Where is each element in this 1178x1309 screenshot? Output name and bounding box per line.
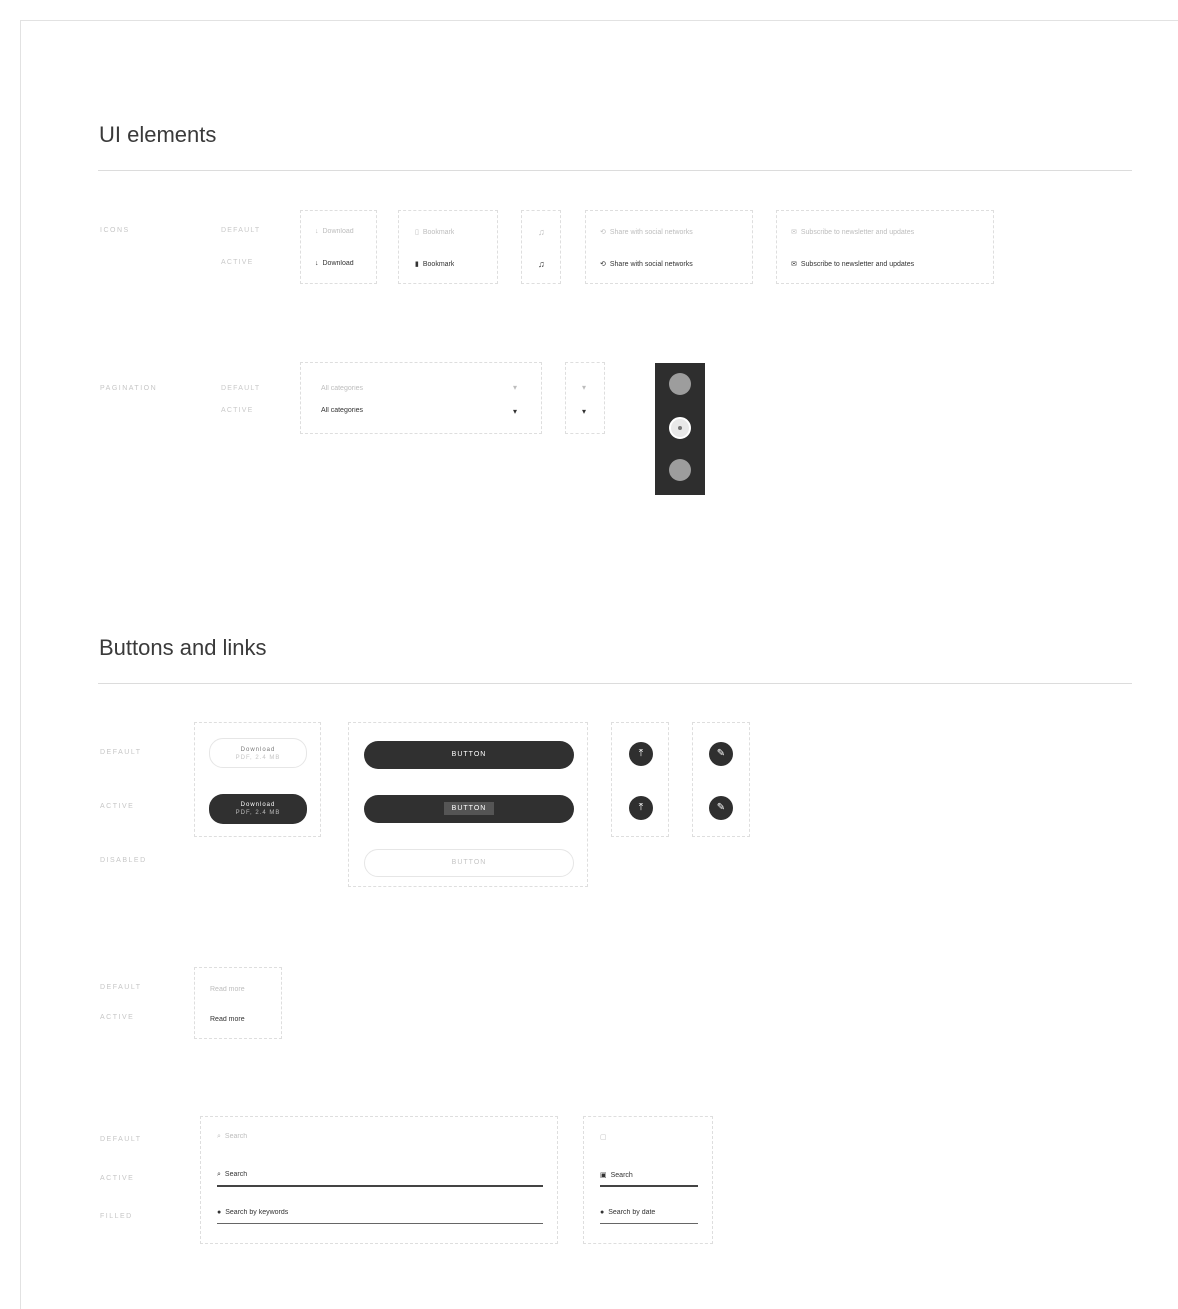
read-more-link-default[interactable]: Read more bbox=[210, 986, 245, 993]
section-divider bbox=[98, 683, 1132, 684]
search-input-default[interactable]: ⌕ Search bbox=[217, 1133, 247, 1141]
calendar-input-filled[interactable]: ● Search by date bbox=[600, 1209, 698, 1216]
share-default[interactable]: ⟲ Share with social networks bbox=[600, 228, 750, 236]
pagination-dot-active[interactable] bbox=[669, 417, 691, 439]
large-button-card: BUTTON BUTTON BUTTON bbox=[348, 722, 588, 887]
pagination-dot[interactable] bbox=[669, 459, 691, 481]
input-card-narrow: ▢ ▣ Search ● Search by date bbox=[583, 1116, 713, 1244]
upload-icon[interactable]: ⤒ bbox=[629, 742, 653, 766]
primary-button-default[interactable]: BUTTON bbox=[364, 741, 574, 769]
icon-card-audio: ♫ ♫ bbox=[521, 210, 561, 284]
input-underline-active bbox=[217, 1185, 543, 1187]
headphones-icon[interactable]: ♫ bbox=[538, 227, 545, 237]
mail-icon: ✉ bbox=[791, 261, 797, 268]
calendar-input-active[interactable]: ▣ Search bbox=[600, 1171, 633, 1179]
icon-card-download: ↓ Download ↓ Download bbox=[300, 210, 377, 284]
row-label-pagination: PAGINATION bbox=[100, 385, 158, 392]
share-icon: ⟲ bbox=[600, 261, 606, 268]
download-button-default[interactable]: Download PDF, 2.4 MB bbox=[209, 738, 307, 768]
edit-icon[interactable]: ✎ bbox=[709, 796, 733, 820]
chevron-down-icon[interactable]: ▾ bbox=[582, 407, 586, 416]
chevron-down-icon[interactable]: ▾ bbox=[513, 383, 517, 392]
headphones-icon[interactable]: ♫ bbox=[538, 259, 545, 269]
state-label-active: ACTIVE bbox=[221, 407, 254, 414]
frame-top-border bbox=[20, 20, 1178, 21]
state-label-default: DEFAULT bbox=[100, 1136, 142, 1143]
chevron-down-icon[interactable]: ▾ bbox=[513, 407, 517, 416]
bookmark-active[interactable]: ▮ Bookmark bbox=[415, 260, 454, 268]
subscribe-default[interactable]: ✉ Subscribe to newsletter and updates bbox=[791, 228, 991, 236]
small-button-card: Download PDF, 2.4 MB Download PDF, 2.4 M… bbox=[194, 722, 321, 837]
mail-icon: ✉ bbox=[791, 229, 797, 236]
state-label-default: DEFAULT bbox=[221, 385, 261, 392]
section-title-ui-elements: UI elements bbox=[99, 122, 217, 147]
calendar-icon: ▣ bbox=[600, 1172, 607, 1179]
state-label-default: DEFAULT bbox=[100, 984, 142, 991]
dropdown-default-label[interactable]: All categories bbox=[321, 385, 363, 392]
section-title-buttons-links: Buttons and links bbox=[99, 635, 267, 660]
link-card: Read more Read more bbox=[194, 967, 282, 1039]
dot-icon: ● bbox=[217, 1209, 222, 1216]
dropdown-card: All categories ▾ All categories ▾ bbox=[300, 362, 542, 434]
frame-left-border bbox=[20, 20, 21, 1309]
bookmark-default[interactable]: ▯ Bookmark bbox=[415, 228, 454, 236]
read-more-link-active[interactable]: Read more bbox=[210, 1016, 245, 1023]
state-label-default: DEFAULT bbox=[100, 749, 142, 756]
section-divider bbox=[98, 170, 1132, 171]
bookmark-icon: ▯ bbox=[415, 229, 419, 236]
calendar-icon: ▢ bbox=[600, 1134, 607, 1141]
pagination-dot[interactable] bbox=[669, 373, 691, 395]
state-label-active: ACTIVE bbox=[221, 259, 254, 266]
icon-card-bookmark: ▯ Bookmark ▮ Bookmark bbox=[398, 210, 498, 284]
search-input-filled[interactable]: ● Search by keywords bbox=[217, 1209, 288, 1216]
download-icon: ↓ bbox=[315, 228, 319, 235]
download-active[interactable]: ↓ Download bbox=[315, 260, 354, 267]
icon-card-subscribe: ✉ Subscribe to newsletter and updates ✉ Su… bbox=[776, 210, 994, 284]
icon-button-card-upload: ⤒ ⤒ bbox=[611, 722, 669, 837]
search-icon: ⌕ bbox=[217, 1133, 221, 1140]
edit-icon[interactable]: ✎ bbox=[709, 742, 733, 766]
row-label-icons: ICONS bbox=[100, 227, 130, 234]
state-label-active: ACTIVE bbox=[100, 803, 135, 810]
state-label-active: ACTIVE bbox=[100, 1014, 135, 1021]
download-icon: ↓ bbox=[315, 260, 319, 267]
subscribe-active[interactable]: ✉ Subscribe to newsletter and updates bbox=[791, 260, 991, 268]
search-input-active[interactable]: ⌕ Search bbox=[217, 1171, 247, 1179]
dot-icon: ● bbox=[600, 1209, 605, 1216]
pagination-dots-panel bbox=[655, 363, 705, 495]
upload-icon[interactable]: ⤒ bbox=[629, 796, 653, 820]
chevron-down-icon[interactable]: ▾ bbox=[582, 383, 586, 392]
primary-button-active[interactable]: BUTTON bbox=[364, 795, 574, 823]
input-underline-active bbox=[600, 1185, 698, 1187]
download-default[interactable]: ↓ Download bbox=[315, 228, 354, 235]
dropdown-icon-card: ▾ ▾ bbox=[565, 362, 605, 434]
icon-card-share: ⟲ Share with social networks ⟲ Share with … bbox=[585, 210, 753, 284]
state-label-active: ACTIVE bbox=[100, 1175, 135, 1182]
input-card-wide: ⌕ Search ⌕ Search ● Search by keywords bbox=[200, 1116, 558, 1244]
dropdown-active-label[interactable]: All categories bbox=[321, 407, 363, 414]
calendar-input-default[interactable]: ▢ bbox=[600, 1133, 611, 1141]
primary-button-disabled[interactable]: BUTTON bbox=[364, 849, 574, 877]
state-label-default: DEFAULT bbox=[221, 227, 261, 234]
download-button-active[interactable]: Download PDF, 2.4 MB bbox=[209, 794, 307, 824]
state-label-disabled: DISABLED bbox=[100, 857, 147, 864]
input-underline-filled bbox=[217, 1223, 543, 1224]
icon-button-card-edit: ✎ ✎ bbox=[692, 722, 750, 837]
input-underline-filled bbox=[600, 1223, 698, 1224]
search-icon: ⌕ bbox=[217, 1171, 221, 1178]
state-label-filled: FILLED bbox=[100, 1213, 133, 1220]
share-icon: ⟲ bbox=[600, 229, 606, 236]
bookmark-icon: ▮ bbox=[415, 261, 419, 268]
share-active[interactable]: ⟲ Share with social networks bbox=[600, 260, 750, 268]
